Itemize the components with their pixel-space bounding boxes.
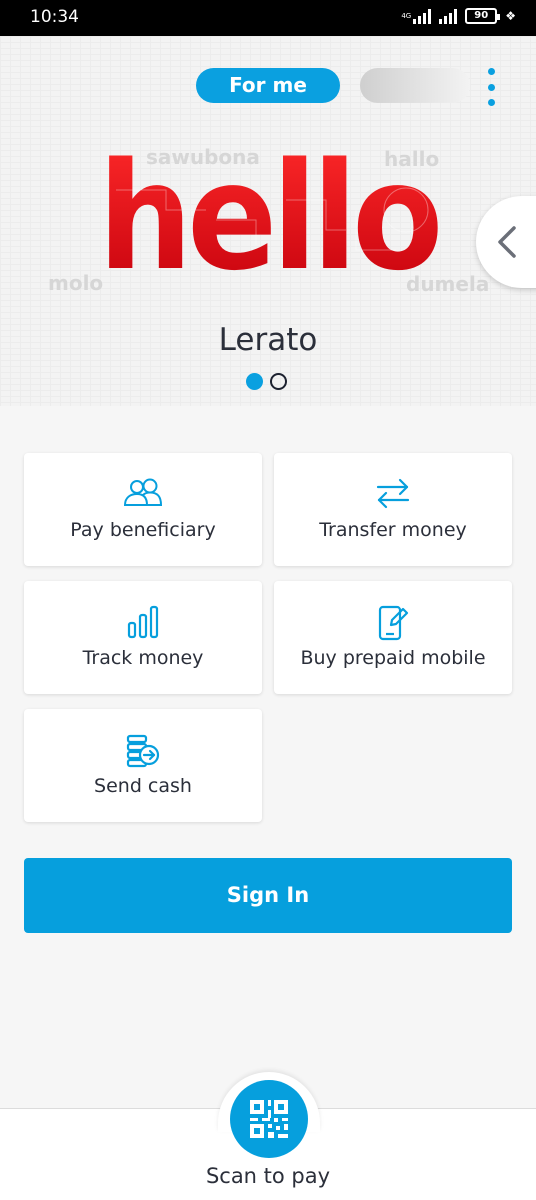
tile-label: Pay beneficiary [70, 519, 216, 541]
hello-logo: hello [98, 150, 441, 275]
send-cash-icon [126, 734, 160, 768]
mobile-edit-icon [378, 605, 409, 641]
bar-chart-icon [127, 605, 159, 639]
pay-beneficiary-tile[interactable]: Pay beneficiary [24, 453, 262, 566]
tile-label: Send cash [94, 775, 192, 797]
network-type-label: 4G [401, 11, 412, 20]
signal-1-icon [413, 8, 432, 24]
page-indicator [246, 373, 287, 390]
status-bar: 10:34 4G 90 ❖ [0, 0, 536, 36]
page-dot[interactable] [270, 373, 287, 390]
sign-in-button[interactable]: Sign In [24, 858, 512, 933]
scan-to-pay-label[interactable]: Scan to pay [0, 1164, 536, 1188]
battery-icon: 90 [465, 8, 501, 24]
people-icon [123, 478, 163, 506]
for-me-toggle[interactable]: For me [196, 68, 340, 103]
status-icons: 4G 90 ❖ [401, 8, 516, 24]
scan-to-pay-button[interactable] [230, 1080, 308, 1158]
tile-label: Transfer money [319, 519, 467, 541]
battery-saver-icon: ❖ [505, 9, 516, 23]
buy-prepaid-mobile-tile[interactable]: Buy prepaid mobile [274, 581, 512, 694]
page-dot-active[interactable] [246, 373, 263, 390]
qr-code-icon [250, 1100, 288, 1138]
status-time: 10:34 [30, 7, 79, 27]
track-money-tile[interactable]: Track money [24, 581, 262, 694]
more-options-icon[interactable] [484, 68, 498, 106]
user-name: Lerato [218, 322, 318, 358]
battery-level: 90 [474, 10, 489, 21]
transfer-arrows-icon [376, 478, 410, 509]
tile-label: Track money [82, 647, 204, 669]
chevron-left-icon [498, 226, 516, 258]
hello-word: hello [98, 150, 438, 275]
profile-toggle-secondary[interactable] [360, 68, 470, 103]
send-cash-tile[interactable]: Send cash [24, 709, 262, 822]
greeting-word: molo [48, 271, 104, 295]
tile-label: Buy prepaid mobile [300, 647, 486, 669]
signal-2-icon [439, 8, 458, 24]
greeting-word: dumela [406, 272, 490, 296]
transfer-money-tile[interactable]: Transfer money [274, 453, 512, 566]
